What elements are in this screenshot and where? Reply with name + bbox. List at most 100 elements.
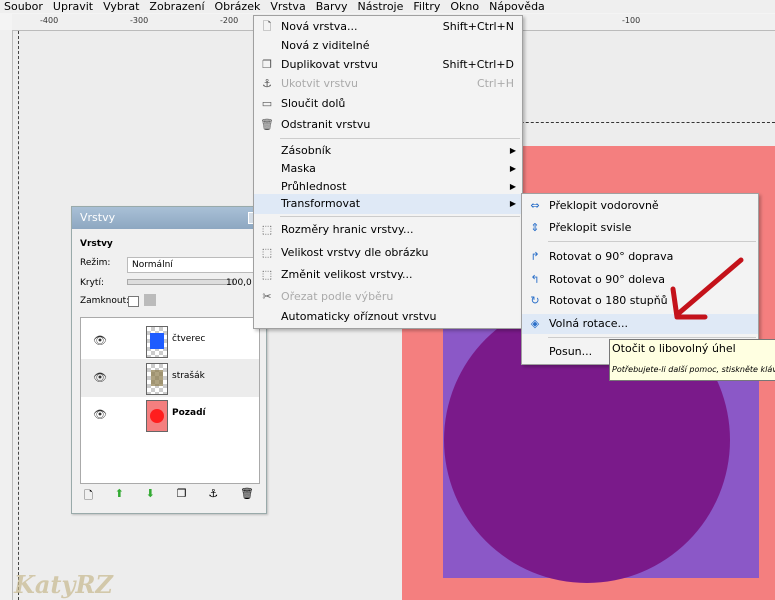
new-layer-icon: 🗋: [262, 20, 272, 33]
menu-upravit[interactable]: Upravit: [49, 0, 97, 13]
menu-item-anchor[interactable]: ⚓ Ukotvit vrstvu Ctrl+H: [254, 74, 522, 94]
menu-barvy[interactable]: Barvy: [312, 0, 352, 13]
scale-icon: ⬚: [261, 268, 273, 281]
item-label: Transformovat: [281, 197, 361, 210]
opacity-slider[interactable]: [127, 275, 275, 289]
new-layer-icon[interactable]: 🗋: [84, 487, 93, 506]
section-label: Vrstvy: [80, 239, 113, 249]
ruler-label: -400: [40, 16, 59, 25]
submenu-arrow-icon: ▶: [509, 146, 516, 155]
layer-thumbnail: [146, 326, 168, 358]
menu-item-layer-to-image[interactable]: ⬚ Velikost vrstvy dle obrázku: [254, 243, 522, 263]
crop-icon: ✂: [262, 290, 272, 303]
layer-row[interactable]: 👁 čtverec: [81, 322, 259, 360]
layer-thumbnail: [146, 400, 168, 432]
eye-icon[interactable]: 👁: [93, 371, 107, 384]
layer-row[interactable]: 👁 strašák: [81, 359, 259, 397]
menu-okno[interactable]: Okno: [446, 0, 483, 13]
item-label: Zásobník: [281, 144, 332, 157]
menu-obrazek[interactable]: Obrázek: [211, 0, 265, 13]
menu-item-new-from-visible[interactable]: Nová z viditelné: [254, 36, 522, 56]
menu-separator: [548, 241, 756, 242]
opacity-label: Krytí:: [80, 278, 104, 288]
menu-item-crop[interactable]: ✂ Ořezat podle výběru: [254, 287, 522, 307]
layers-dialog: Vrstvy Vrstvy Režim: Normální Krytí: 100…: [71, 206, 275, 514]
item-label: Ukotvit vrstvu: [281, 77, 359, 90]
menu-soubor[interactable]: Soubor: [0, 0, 47, 13]
mode-select[interactable]: Normální: [127, 257, 258, 273]
menu-item-duplicate[interactable]: ❐ Duplikovat vrstvu Shift+Ctrl+D: [254, 55, 522, 75]
menu-item-transform[interactable]: Transformovat ▶: [254, 194, 522, 214]
layer-row[interactable]: 👁 Pozadí: [81, 396, 259, 434]
layer-thumbnail: [146, 363, 168, 395]
free-rotate-icon: ◈: [530, 317, 540, 330]
tooltip-title: Otočit o libovolný úhel: [612, 342, 736, 355]
item-label: Duplikovat vrstvu: [281, 58, 378, 71]
menu-item-autocrop[interactable]: Automaticky oříznout vrstvu: [254, 307, 522, 327]
lower-layer-icon[interactable]: ⬇: [146, 487, 155, 506]
flip-horizontal-icon: ⇔: [530, 199, 540, 212]
item-label: Automaticky oříznout vrstvu: [281, 310, 437, 323]
item-label: Ořezat podle výběru: [281, 290, 394, 303]
item-shortcut: Shift+Ctrl+D: [442, 58, 514, 71]
item-label: Rozměry hranic vrstvy...: [281, 223, 414, 236]
menu-item-flip-horizontal[interactable]: ⇔ Překlopit vodorovně: [522, 196, 758, 216]
duplicate-icon[interactable]: ❐: [177, 487, 187, 506]
opacity-value[interactable]: 100,0: [226, 278, 252, 288]
item-shortcut: Shift+Ctrl+N: [442, 20, 514, 33]
menu-zobrazeni[interactable]: Zobrazení: [145, 0, 208, 13]
menu-item-mask[interactable]: Maska ▶: [254, 159, 522, 179]
ruler-label: -300: [130, 16, 149, 25]
menu-item-flip-vertical[interactable]: ⇕ Překlopit svisle: [522, 218, 758, 238]
submenu-arrow-icon: ▶: [509, 164, 516, 173]
merge-down-icon: ▭: [261, 97, 273, 110]
menubar: Soubor Upravit Vybrat Zobrazení Obrázek …: [0, 0, 775, 16]
menu-vrstva[interactable]: Vrstva: [266, 0, 311, 16]
menu-nastroje[interactable]: Nástroje: [354, 0, 408, 13]
raise-layer-icon[interactable]: ⬆: [115, 487, 124, 506]
rotate-180-icon: ↻: [530, 294, 540, 307]
item-label: Sloučit dolů: [281, 97, 346, 110]
anchor-icon[interactable]: ⚓: [208, 487, 218, 506]
delete-icon[interactable]: 🗑: [240, 487, 254, 506]
annotation-arrow-icon: [670, 257, 744, 320]
lock-label: Zamknout:: [80, 296, 130, 306]
menu-item-stack[interactable]: Zásobník ▶: [254, 141, 522, 161]
item-label: Odstranit vrstvu: [281, 118, 371, 131]
menu-item-delete[interactable]: 🗑 Odstranit vrstvu: [254, 115, 522, 135]
vertical-ruler[interactable]: [0, 30, 13, 600]
menu-separator: [280, 138, 520, 139]
submenu-arrow-icon: ▶: [509, 199, 516, 208]
dialog-title[interactable]: Vrstvy: [72, 207, 266, 229]
item-label: Překlopit svisle: [549, 221, 632, 234]
anchor-icon: ⚓: [262, 77, 272, 90]
lock-pixels-checkbox[interactable]: [128, 296, 139, 307]
menu-filtry[interactable]: Filtry: [409, 0, 444, 13]
item-label: Nová vrstva...: [281, 20, 358, 33]
eye-icon[interactable]: 👁: [93, 408, 107, 421]
menu-item-scale-layer[interactable]: ⬚ Změnit velikost vrstvy...: [254, 265, 522, 285]
item-label: Změnit velikost vrstvy...: [281, 268, 413, 281]
boundary-icon: ⬚: [261, 223, 273, 236]
menu-separator: [280, 216, 520, 217]
duplicate-icon: ❐: [262, 58, 272, 71]
layer-name: Pozadí: [172, 408, 206, 418]
item-label: Rotovat o 90° doleva: [549, 273, 665, 286]
menu-vybrat[interactable]: Vybrat: [99, 0, 143, 13]
menu-item-new-layer[interactable]: 🗋 Nová vrstva... Shift+Ctrl+N: [254, 17, 522, 37]
ruler-label: -100: [622, 16, 641, 25]
layer-name: strašák: [172, 371, 205, 381]
guide-line: [18, 31, 19, 600]
menu-napoveda[interactable]: Nápověda: [485, 0, 549, 13]
item-label: Rotovat o 90° doprava: [549, 250, 674, 263]
ruler-label: -200: [220, 16, 239, 25]
layers-list[interactable]: 👁 čtverec 👁 strašák 👁 Pozadí: [80, 317, 260, 484]
menu-separator: [548, 337, 756, 338]
mode-label: Režim:: [80, 258, 111, 268]
delete-icon: 🗑: [260, 118, 274, 131]
lock-alpha-icon[interactable]: [144, 294, 156, 306]
menu-item-merge-down[interactable]: ▭ Sloučit dolů: [254, 94, 522, 114]
eye-icon[interactable]: 👁: [93, 334, 107, 347]
rotate-left-icon: ↰: [530, 273, 540, 286]
menu-item-boundary-size[interactable]: ⬚ Rozměry hranic vrstvy...: [254, 220, 522, 240]
